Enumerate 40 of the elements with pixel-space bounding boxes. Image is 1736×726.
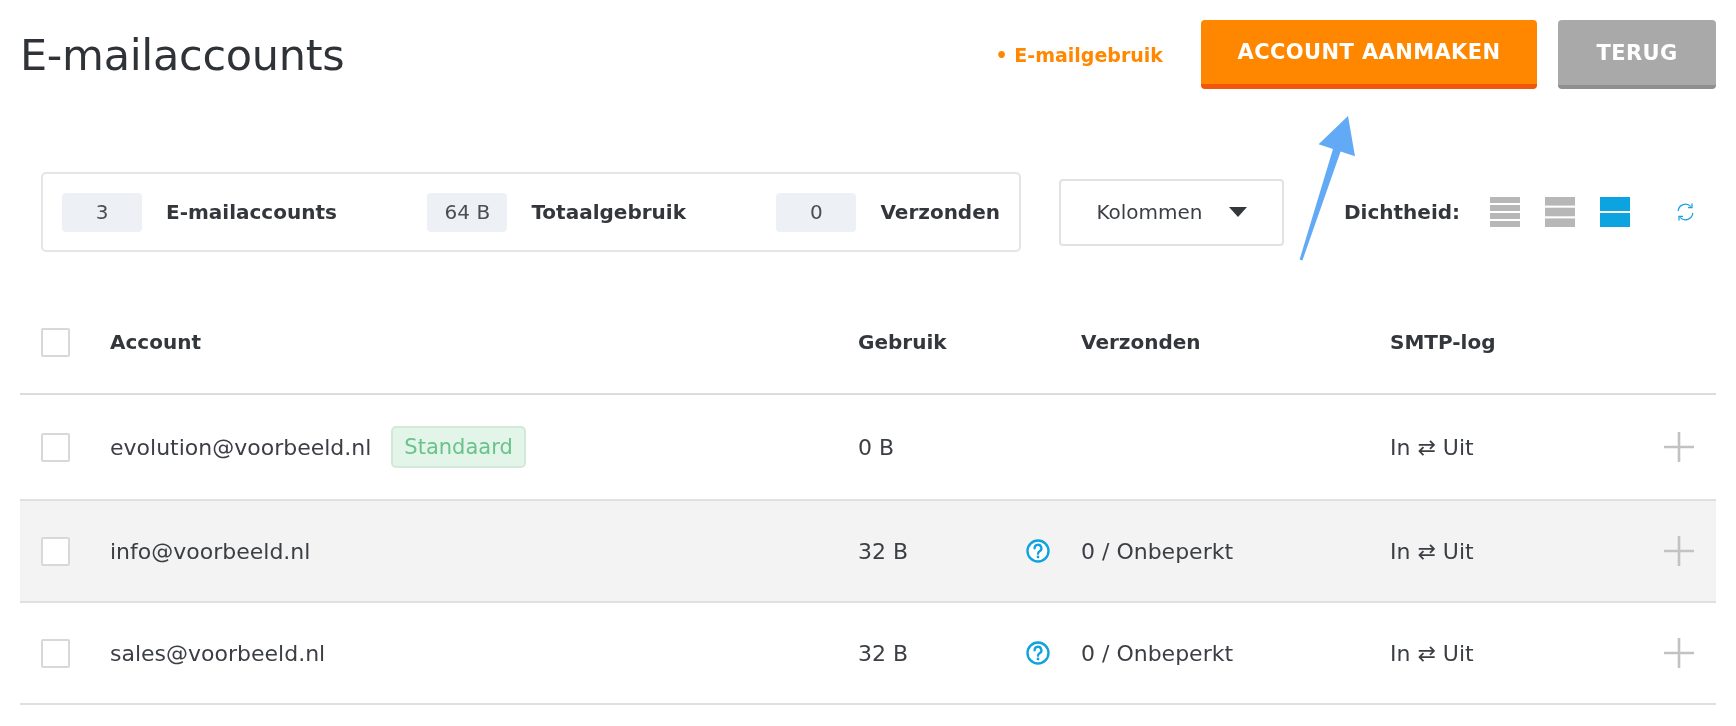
usage-cell: 32 B xyxy=(858,640,909,666)
stat-label: Totaalgebruik xyxy=(531,200,686,224)
help-icon[interactable] xyxy=(1026,641,1050,665)
column-header[interactable]: Verzonden xyxy=(1081,330,1201,354)
columns-dropdown[interactable]: Kolommen xyxy=(1059,178,1284,246)
row-checkbox[interactable] xyxy=(41,536,70,566)
usage-cell: 0 B xyxy=(858,434,895,460)
stat-value: 64 B xyxy=(427,192,508,232)
plus-icon[interactable] xyxy=(1664,432,1694,462)
account-email: sales@voorbeeld.nl xyxy=(110,640,326,666)
compact-density-icon[interactable] xyxy=(1490,197,1521,227)
column-header[interactable]: Gebruik xyxy=(858,330,947,354)
sent-cell: 0 / Onbeperkt xyxy=(1081,538,1234,564)
column-header[interactable]: Account xyxy=(110,330,201,354)
select-all-checkbox[interactable] xyxy=(41,327,70,357)
smtp-log-cell: In ⇄ Uit xyxy=(1390,538,1474,564)
plus-icon[interactable] xyxy=(1664,638,1694,668)
column-header[interactable]: SMTP-log xyxy=(1390,330,1496,354)
plus-icon[interactable] xyxy=(1664,536,1694,566)
usage-cell: 32 B xyxy=(858,538,909,564)
stat-label: Verzonden xyxy=(880,200,1000,224)
smtp-log-cell: In ⇄ Uit xyxy=(1390,640,1474,666)
sent-cell: 0 / Onbeperkt xyxy=(1081,640,1234,666)
stat-label: E-mailaccounts xyxy=(166,200,337,224)
table-row[interactable]: info@voorbeeld.nl 32 B 0 / Onbeperkt In ⇄ Uit xyxy=(20,501,1716,603)
row-checkbox[interactable] xyxy=(41,638,70,668)
row-checkbox[interactable] xyxy=(41,432,70,462)
default-tag: Standaard xyxy=(391,426,526,468)
smtp-log-cell: In ⇄ Uit xyxy=(1390,434,1474,460)
stat-value: 0 xyxy=(776,192,857,232)
page-title: E-mailaccounts xyxy=(20,29,345,80)
stat-value: 3 xyxy=(62,192,142,232)
medium-density-icon[interactable] xyxy=(1545,197,1576,227)
help-icon[interactable] xyxy=(1026,539,1050,563)
large-density-icon[interactable] xyxy=(1600,197,1631,227)
account-email: info@voorbeeld.nl xyxy=(110,538,311,564)
density-label: Dichtheid: xyxy=(1344,200,1461,224)
caret-icon xyxy=(1228,207,1247,217)
account-email: evolution@voorbeeld.nl xyxy=(110,434,372,460)
refresh-icon[interactable] xyxy=(1676,202,1696,222)
